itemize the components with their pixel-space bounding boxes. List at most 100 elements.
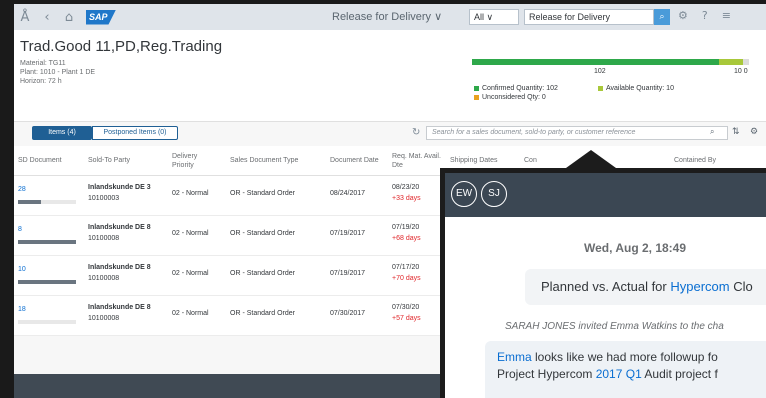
sales-doc-type: OR - Standard Order xyxy=(230,230,295,237)
row-progress-fill xyxy=(18,200,42,204)
delivery-priority: 02 - Normal xyxy=(172,230,209,237)
refresh-icon[interactable]: ↻ xyxy=(412,127,420,138)
col-sold-to-party[interactable]: Sold-To Party xyxy=(88,156,130,165)
sort-icon[interactable]: ⇅ xyxy=(732,127,740,137)
home-icon[interactable]: ⌂ xyxy=(58,10,80,25)
message-text: looks like we had more followup fo xyxy=(531,350,718,364)
total-bar-label-suffix: 0 xyxy=(743,68,748,75)
legend-unconsidered: Unconsidered Qty: 0 xyxy=(474,94,546,101)
app-title[interactable]: Release for Delivery ∨ xyxy=(332,10,442,23)
col-contained-by[interactable]: Contained By xyxy=(674,156,716,165)
row-progress-bar xyxy=(18,240,76,244)
sold-to-party: Inlandskunde DE 8 xyxy=(88,304,151,311)
search-value: Release for Delivery xyxy=(529,12,611,22)
chat-timestamp: Wed, Aug 2, 18:49 xyxy=(583,241,687,255)
sd-document-link[interactable]: 18 xyxy=(18,306,26,313)
settings-icon[interactable]: ⚙ xyxy=(750,127,758,137)
req-mat-avail-date: 08/23/20 xyxy=(392,184,420,191)
shell-search-input[interactable]: Release for Delivery xyxy=(524,9,654,25)
req-mat-avail-date: 07/19/20 xyxy=(392,224,420,231)
col-document-date[interactable]: Document Date xyxy=(330,156,379,165)
row-progress-fill xyxy=(18,280,76,284)
col-sales-doc-type[interactable]: Sales Document Type xyxy=(230,156,298,165)
chat-header: EW SJ xyxy=(445,173,766,217)
sd-document-link[interactable]: 28 xyxy=(18,186,26,193)
delivery-priority: 02 - Normal xyxy=(172,190,209,197)
object-header: Trad.Good 11,PD,Reg.Trading Material: TG… xyxy=(14,30,766,122)
sales-doc-type: OR - Standard Order xyxy=(230,310,295,317)
table-search-input[interactable]: Search for a sales document, sold-to par… xyxy=(426,126,728,140)
sold-to-party-id: 10100008 xyxy=(88,235,120,242)
message-author-link[interactable]: Emma xyxy=(497,350,532,364)
sold-to-party-id: 10100008 xyxy=(88,315,120,322)
sold-to-party-id: 10100003 xyxy=(88,195,120,202)
message-text: Project Hypercom xyxy=(497,367,596,381)
avatar[interactable]: SJ xyxy=(481,181,507,207)
help-icon[interactable]: ? xyxy=(702,9,708,22)
search-icon[interactable]: ⌕ xyxy=(710,127,714,137)
sales-doc-type: OR - Standard Order xyxy=(230,270,295,277)
col-sd-document[interactable]: SD Document xyxy=(18,156,62,165)
legend-confirmed-label: Confirmed Quantity: 102 xyxy=(482,85,558,92)
total-bar-label: 10 0 xyxy=(734,68,748,75)
sold-to-party: Inlandskunde DE 8 xyxy=(88,264,151,271)
col-con[interactable]: Con xyxy=(524,156,537,165)
search-scope-select[interactable]: All ∨ xyxy=(469,9,519,25)
delivery-priority: 02 - Normal xyxy=(172,270,209,277)
legend-swatch-unconsidered xyxy=(474,95,479,100)
total-bar-label-text: 10 xyxy=(734,68,742,75)
avatar[interactable]: EW xyxy=(451,181,477,207)
sold-to-party-id: 10100008 xyxy=(88,275,120,282)
row-progress-bar xyxy=(18,320,76,324)
chat-message: Emma looks like we had more followup fo … xyxy=(485,341,766,398)
sales-doc-type: OR - Standard Order xyxy=(230,190,295,197)
legend-available: Available Quantity: 10 xyxy=(598,85,674,92)
delay-days: +70 days xyxy=(392,275,421,282)
message-link[interactable]: 2017 Q1 xyxy=(596,367,642,381)
document-date: 07/30/2017 xyxy=(330,310,366,317)
material-attr: Material: TG11 xyxy=(20,60,66,67)
search-icon[interactable]: ⌕ xyxy=(654,9,670,25)
scope-value: All xyxy=(474,12,485,22)
back-icon[interactable]: ‹ xyxy=(36,10,58,25)
card-link[interactable]: Hypercom xyxy=(670,279,729,294)
settings-icon[interactable]: ⚙ xyxy=(678,9,688,22)
delay-days: +33 days xyxy=(392,195,421,202)
legend-swatch-confirmed xyxy=(474,86,479,91)
user-icon[interactable]: Å xyxy=(14,10,36,25)
tab-postponed-items[interactable]: Postponed Items (0) xyxy=(92,126,178,140)
delay-days: +57 days xyxy=(392,315,421,322)
shared-object-card[interactable]: Planned vs. Actual for Hypercom Clo xyxy=(525,269,766,305)
menu-icon[interactable]: ≡ xyxy=(722,9,731,22)
chat-popup: EW SJ Wed, Aug 2, 18:49 Planned vs. Actu… xyxy=(440,168,766,398)
sd-document-link[interactable]: 10 xyxy=(18,266,26,273)
monitor-frame: Å ‹ ⌂ SAP Release for Delivery ∨ All ∨ R… xyxy=(0,0,766,398)
document-date: 08/24/2017 xyxy=(330,190,366,197)
chat-window: EW SJ Wed, Aug 2, 18:49 Planned vs. Actu… xyxy=(445,173,766,398)
plant-attr: Plant: 1010 - Plant 1 DE xyxy=(20,69,96,76)
row-progress-bar xyxy=(18,280,76,284)
sap-logo[interactable]: SAP xyxy=(86,9,116,25)
app-title-text: Release for Delivery xyxy=(332,11,432,23)
shell-bar: Å ‹ ⌂ SAP Release for Delivery ∨ All ∨ R… xyxy=(14,4,766,30)
callout-pointer xyxy=(566,150,616,168)
delay-days: +68 days xyxy=(392,235,421,242)
shell-actions: ⚙ ? ≡ xyxy=(678,9,731,22)
req-mat-avail-date: 07/30/20 xyxy=(392,304,420,311)
col-delivery-priority[interactable]: Delivery Priority xyxy=(172,152,212,170)
card-text: Planned vs. Actual for xyxy=(541,279,671,294)
delivery-priority: 02 - Normal xyxy=(172,310,209,317)
sold-to-party: Inlandskunde DE 3 xyxy=(88,184,151,191)
message-text: Audit project f xyxy=(641,367,718,381)
row-progress-bar xyxy=(18,200,76,204)
sd-document-link[interactable]: 8 xyxy=(18,226,22,233)
quantity-bar xyxy=(472,59,749,65)
legend-swatch-available xyxy=(598,86,603,91)
confirmed-bar-label: 102 xyxy=(594,68,606,75)
legend-confirmed: Confirmed Quantity: 102 xyxy=(474,85,558,92)
confirmed-fill xyxy=(472,59,719,65)
tab-items[interactable]: Items (4) xyxy=(32,126,92,140)
chevron-down-icon: ∨ xyxy=(434,11,443,23)
req-mat-avail-date: 07/17/20 xyxy=(392,264,420,271)
col-shipping-dates[interactable]: Shipping Dates xyxy=(450,156,497,165)
